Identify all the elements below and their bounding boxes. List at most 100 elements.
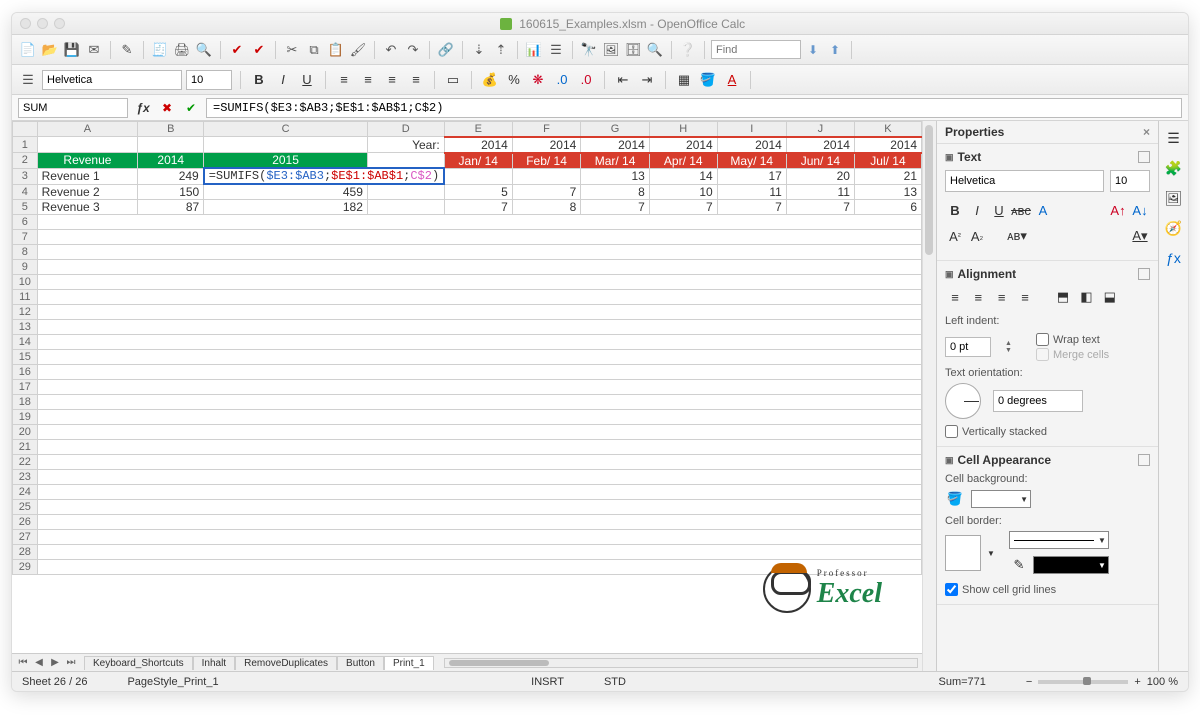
col-header[interactable]: G [581, 122, 650, 137]
cell[interactable]: 2014 [854, 137, 921, 153]
halign-center-icon[interactable]: ≡ [968, 287, 988, 307]
cell[interactable]: 11 [717, 184, 786, 200]
cell[interactable]: 5 [444, 184, 512, 200]
font-select[interactable] [42, 70, 182, 90]
cell[interactable]: Revenue [37, 153, 138, 169]
border-picker[interactable] [945, 535, 981, 571]
close-window[interactable] [20, 18, 31, 29]
cell[interactable]: 7 [444, 200, 512, 215]
font-size-select[interactable] [186, 70, 232, 90]
status-selection-mode[interactable]: STD [604, 676, 626, 688]
col-header[interactable]: B [138, 122, 204, 137]
row-header[interactable]: 8 [13, 245, 38, 260]
col-header[interactable]: H [649, 122, 717, 137]
align-right-icon[interactable]: ≡ [382, 70, 402, 90]
row-header[interactable]: 16 [13, 365, 38, 380]
cell[interactable]: 2015 [204, 153, 368, 169]
add-decimal-icon[interactable]: .0 [552, 70, 572, 90]
shrink-font-icon[interactable]: A↓ [1130, 200, 1150, 220]
zoom-out-icon[interactable]: − [1026, 676, 1032, 688]
indent-spinner[interactable]: ▲▼ [1005, 340, 1012, 354]
fill-bucket-icon[interactable]: 🪣 [945, 489, 965, 509]
cell[interactable]: Revenue 3 [37, 200, 138, 215]
sort-asc-icon[interactable]: ⇣ [469, 40, 489, 60]
cell[interactable]: Revenue 1 [37, 168, 138, 184]
cell[interactable]: 87 [138, 200, 204, 215]
gallery-icon[interactable]: 🖼 [601, 40, 621, 60]
row-header[interactable]: 14 [13, 335, 38, 350]
cell[interactable]: 249 [138, 168, 204, 184]
row-header[interactable]: 3 [13, 168, 38, 184]
select-all-corner[interactable] [13, 122, 38, 137]
chart-icon[interactable]: 📊 [524, 40, 544, 60]
link-icon[interactable]: 🔗 [436, 40, 456, 60]
side-size-select[interactable] [1110, 170, 1150, 192]
copy-icon[interactable]: ⧉ [304, 40, 324, 60]
orientation-degrees[interactable] [993, 390, 1083, 412]
email-icon[interactable]: ✉ [84, 40, 104, 60]
help-icon[interactable]: ❔ [678, 40, 698, 60]
cell[interactable]: 7 [649, 200, 717, 215]
cell[interactable]: 459 [204, 184, 368, 200]
orientation-dial[interactable] [945, 383, 981, 419]
subscript-icon[interactable]: A₂ [967, 226, 987, 246]
styles-dropdown-icon[interactable]: ☰ [18, 70, 38, 90]
cell[interactable]: 13 [854, 184, 921, 200]
cut-icon[interactable]: ✂ [282, 40, 302, 60]
row-header[interactable]: 1 [13, 137, 38, 153]
active-cell-editing[interactable]: =SUMIFS($E3:$AB3;$E$1:$AB$1;C$2) [204, 168, 444, 184]
redo-icon[interactable]: ↷ [403, 40, 423, 60]
cancel-icon[interactable]: ✖ [158, 99, 176, 117]
cell[interactable]: 17 [717, 168, 786, 184]
zoom-percent[interactable]: 100 % [1147, 676, 1178, 688]
horizontal-scrollbar[interactable] [444, 658, 918, 668]
tab-last-icon[interactable]: ⏭ [64, 657, 78, 668]
col-header[interactable]: F [512, 122, 581, 137]
fill-color-icon[interactable]: 🪣 [698, 70, 718, 90]
tab-next-icon[interactable]: ▶ [48, 657, 62, 668]
highlight-icon[interactable]: ᴀʙ▾ [1007, 226, 1027, 246]
cell[interactable]: Mar/ 14 [581, 153, 650, 169]
cell[interactable]: Jan/ 14 [444, 153, 512, 169]
cell[interactable]: 2014 [138, 153, 204, 169]
vertical-scrollbar[interactable] [922, 121, 936, 671]
status-pagestyle[interactable]: PageStyle_Print_1 [127, 676, 218, 688]
align-left-icon[interactable]: ≡ [334, 70, 354, 90]
cell[interactable]: 7 [581, 200, 650, 215]
status-insert-mode[interactable]: INSRT [531, 676, 564, 688]
sheet-tab[interactable]: Keyboard_Shortcuts [84, 656, 193, 670]
autospell-icon[interactable]: ✔ [249, 40, 269, 60]
currency-icon[interactable]: 💰 [480, 70, 500, 90]
cell[interactable]: Jul/ 14 [854, 153, 921, 169]
cell[interactable]: 150 [138, 184, 204, 200]
row-header[interactable]: 6 [13, 215, 38, 230]
side-bold-button[interactable]: B [945, 200, 965, 220]
spellcheck-icon[interactable]: ✔ [227, 40, 247, 60]
align-center-icon[interactable]: ≡ [358, 70, 378, 90]
col-header[interactable]: K [854, 122, 921, 137]
row-header[interactable]: 28 [13, 545, 38, 560]
sidebar-tab-gallery-icon[interactable]: 🖼 [1163, 187, 1185, 209]
bold-button[interactable]: B [249, 70, 269, 90]
sheet-tab-active[interactable]: Print_1 [384, 656, 434, 670]
row-header[interactable]: 5 [13, 200, 38, 215]
format-paint-icon[interactable]: 🖌 [348, 40, 368, 60]
underline-button[interactable]: U [297, 70, 317, 90]
row-header[interactable]: 23 [13, 470, 38, 485]
accept-icon[interactable]: ✔ [182, 99, 200, 117]
paste-icon[interactable]: 📋 [326, 40, 346, 60]
cell[interactable]: 21 [854, 168, 921, 184]
dec-indent-icon[interactable]: ⇤ [613, 70, 633, 90]
cell[interactable]: Feb/ 14 [512, 153, 581, 169]
sheet-tab[interactable]: Inhalt [193, 656, 235, 670]
row-header[interactable]: 22 [13, 455, 38, 470]
sidebar-tab-functions-icon[interactable]: ƒx [1163, 247, 1185, 269]
open-icon[interactable]: 📂 [40, 40, 60, 60]
cell[interactable]: 2014 [786, 137, 854, 153]
row-header[interactable]: 21 [13, 440, 38, 455]
row-header[interactable]: 11 [13, 290, 38, 305]
col-header[interactable]: D [367, 122, 444, 137]
row-header[interactable]: 24 [13, 485, 38, 500]
side-shadow-button[interactable]: A [1033, 200, 1053, 220]
row-header[interactable]: 29 [13, 560, 38, 575]
